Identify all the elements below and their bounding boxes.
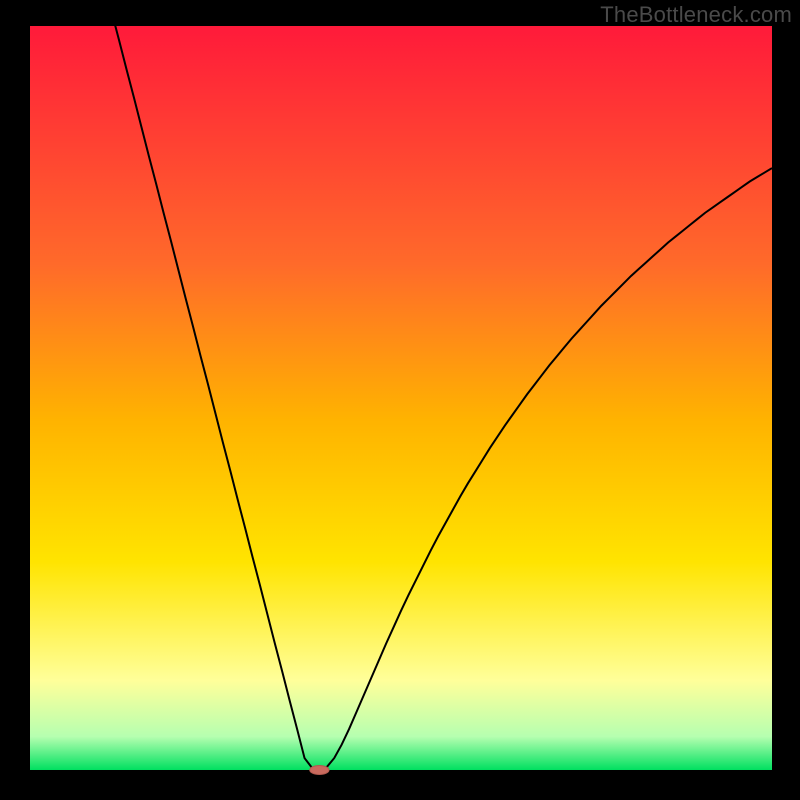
plot-background [30, 26, 772, 770]
optimal-point-marker [310, 766, 329, 775]
watermark-text: TheBottleneck.com [600, 2, 792, 28]
chart-frame: { "watermark": "TheBottleneck.com", "col… [0, 0, 800, 800]
bottleneck-chart [0, 0, 800, 800]
